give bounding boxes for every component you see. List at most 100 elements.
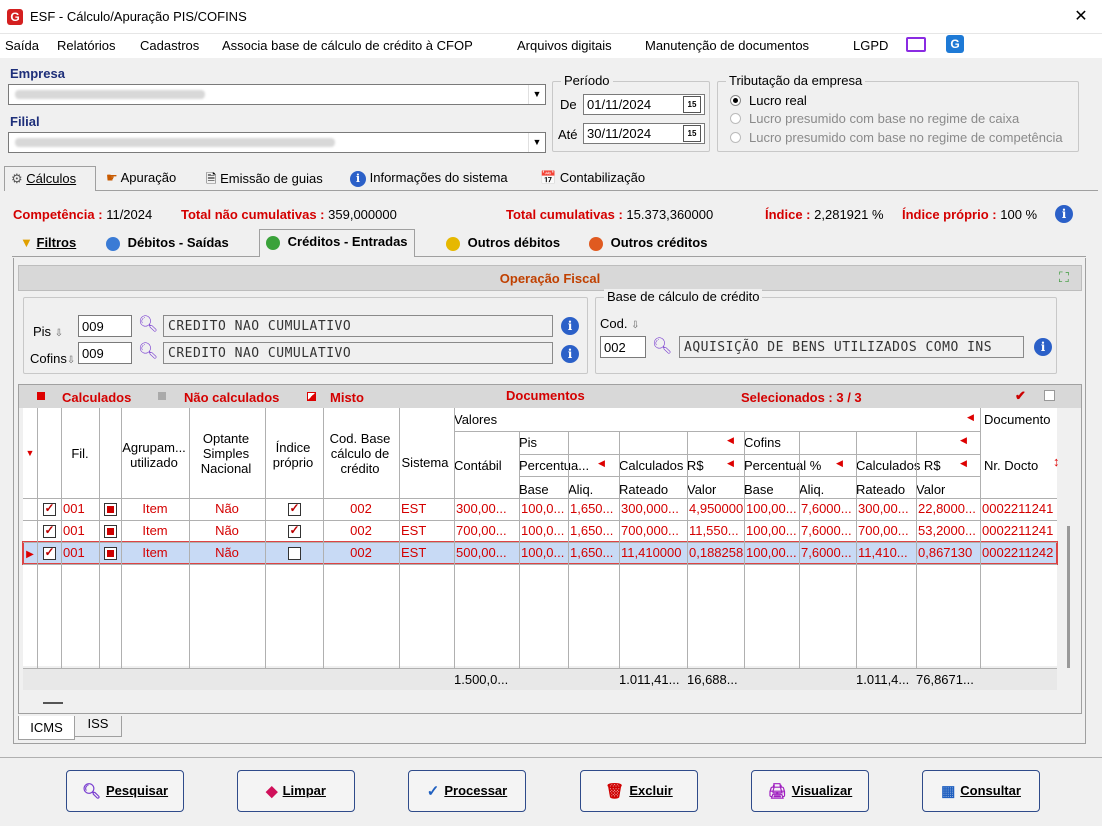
collapse-valores-icon[interactable]: ◀: [967, 412, 974, 423]
tab-contabilizacao[interactable]: 📅 Contabilização: [534, 166, 651, 190]
nao-calculados-label: Não calculados: [184, 390, 280, 405]
close-button[interactable]: ✕: [1068, 4, 1094, 30]
cell-cod-base: 002: [350, 545, 372, 560]
tab-apuracao[interactable]: ☛ Apuração: [100, 166, 182, 190]
g-app-icon[interactable]: G: [946, 35, 964, 53]
cell-agrupamento: Item: [142, 523, 168, 538]
grid-resize-handle[interactable]: [43, 702, 63, 704]
collapse-calculados-pis-icon[interactable]: ◀: [727, 458, 734, 469]
chevron-down-icon[interactable]: ▼: [528, 85, 545, 104]
cell-pis-rateado: 11,410000: [621, 545, 682, 560]
menu-arquivos-digitais[interactable]: Arquivos digitais: [517, 38, 612, 53]
selecionados-label: Selecionados : 3 / 3: [741, 390, 862, 405]
chevron-down-icon[interactable]: ▼: [528, 133, 545, 152]
collapse-cofins-icon[interactable]: ◀: [960, 435, 967, 446]
indice-proprio-checkbox[interactable]: [287, 523, 301, 539]
cofins-code-input[interactable]: 009: [78, 342, 132, 364]
row-checkbox[interactable]: [42, 523, 56, 539]
sub-tabs-divider: [12, 256, 1086, 257]
cell-indice-proprio[interactable]: [265, 523, 323, 539]
calculados-square-icon: [37, 392, 45, 400]
tab-filtros[interactable]: ▼ Filtros: [14, 231, 82, 255]
collapse-percentual-pis-icon[interactable]: ◀: [598, 458, 605, 469]
info-icon[interactable]: i: [1034, 338, 1052, 356]
tab-outros-creditos[interactable]: Outros créditos: [583, 231, 713, 255]
green-dot-icon: [266, 235, 280, 250]
calendar-icon[interactable]: 15: [683, 125, 701, 142]
cell-doc: 0002211241: [982, 523, 1054, 538]
base-code-input[interactable]: 002: [600, 336, 646, 358]
cell-indice-proprio[interactable]: [265, 545, 323, 561]
documents-grid: ▼ Fil. Agrupam... utilizado Optante Simp…: [22, 408, 1060, 690]
row-select-cell[interactable]: [39, 523, 59, 539]
check-icon: ✓: [426, 782, 440, 800]
info-icon: i: [350, 171, 366, 187]
table-icon: ▦: [941, 782, 956, 800]
grid-line: [519, 454, 980, 455]
menu-relatorios[interactable]: Relatórios: [57, 38, 116, 53]
deselect-all-checkbox[interactable]: [1044, 390, 1055, 401]
nao-calculados-square-icon: [158, 392, 166, 400]
indice-proprio-checkbox[interactable]: [287, 501, 301, 517]
collapse-calculados-cofins-icon[interactable]: ◀: [960, 458, 967, 469]
menu-associa-base[interactable]: Associa base de cálculo de crédito à CFO…: [222, 38, 473, 53]
radio-lucro-presumido-caixa[interactable]: [730, 113, 741, 124]
indice-proprio-checkbox[interactable]: [287, 547, 301, 561]
tab-creditos-entradas[interactable]: Créditos - Entradas: [259, 229, 415, 257]
excluir-button[interactable]: 🗑 Excluir: [580, 770, 698, 812]
collapse-percentual-cofins-icon[interactable]: ◀: [836, 458, 843, 469]
tab-calculos[interactable]: ⚙ Cálculos: [4, 166, 96, 191]
limpar-button[interactable]: ◆ Limpar: [237, 770, 355, 812]
monitor-icon[interactable]: [906, 37, 926, 52]
cell-cod-base: 002: [350, 523, 372, 538]
menu-lgpd[interactable]: LGPD: [853, 38, 888, 53]
search-icon[interactable]: 🔍︎: [138, 316, 158, 334]
title-bar: G ESF - Cálculo/Apuração PIS/COFINS ✕: [0, 0, 1102, 34]
menu-manutencao-documentos[interactable]: Manutenção de documentos: [645, 38, 809, 53]
sort-icon[interactable]: ↕: [1053, 454, 1060, 469]
row-select-cell[interactable]: [39, 501, 59, 517]
select-all-checkbox[interactable]: ✔: [1015, 388, 1026, 404]
collapse-pis-icon[interactable]: ◀: [727, 435, 734, 446]
search-icon[interactable]: 🔍︎: [652, 338, 672, 356]
tab-emissao-guias[interactable]: 🗎 Emissão de guias: [200, 166, 329, 190]
row-select-cell[interactable]: [39, 545, 59, 561]
radio-lucro-real[interactable]: [730, 95, 741, 106]
header-sistema: Sistema: [401, 455, 449, 470]
expand-icon[interactable]: ⛶: [1059, 269, 1069, 286]
empresa-select[interactable]: ▼: [8, 84, 546, 105]
cell-cof-valor: 53,2000...: [918, 523, 976, 538]
info-icon[interactable]: i: [1055, 205, 1073, 223]
pesquisar-button[interactable]: 🔍︎ Pesquisar: [66, 770, 184, 812]
row-checkbox[interactable]: [42, 545, 56, 561]
menu-saida[interactable]: Saída: [5, 38, 39, 53]
tab-icms[interactable]: ICMS: [18, 716, 75, 740]
pis-code-input[interactable]: 009: [78, 315, 132, 337]
radio-lucro-presumido-competencia[interactable]: [730, 132, 741, 143]
grid-line: [568, 431, 569, 668]
tab-informacoes-sistema[interactable]: i Informações do sistema: [344, 166, 514, 190]
info-icon[interactable]: i: [561, 345, 579, 363]
cell-cof-base: 100,00...: [746, 545, 797, 560]
total-contabil: 1.500,0...: [454, 672, 509, 687]
visualizar-button[interactable]: 🖨 Visualizar: [751, 770, 869, 812]
grid-line: [799, 431, 800, 668]
cod-label: Cod. ⇩: [600, 316, 640, 331]
header-pis-valor: Valor: [687, 482, 717, 497]
tab-debitos-saidas[interactable]: Débitos - Saídas: [100, 231, 235, 255]
consultar-button[interactable]: ▦ Consultar: [922, 770, 1040, 812]
filial-select[interactable]: ▼: [8, 132, 546, 153]
tab-outros-debitos[interactable]: Outros débitos: [440, 231, 566, 255]
base-calculo-label: Base de cálculo de crédito: [604, 289, 763, 304]
cell-indice-proprio[interactable]: [265, 501, 323, 517]
tab-iss[interactable]: ISS: [74, 716, 122, 737]
menu-cadastros[interactable]: Cadastros: [140, 38, 199, 53]
row-checkbox[interactable]: [42, 501, 56, 517]
processar-button[interactable]: ✓ Processar: [408, 770, 526, 812]
info-icon[interactable]: i: [561, 317, 579, 335]
search-icon[interactable]: 🔍︎: [138, 343, 158, 361]
calendar-icon[interactable]: 15: [683, 96, 701, 113]
grid-scrollbar[interactable]: [1067, 526, 1070, 668]
misto-square-icon: [307, 392, 316, 401]
grid-line: [454, 408, 455, 668]
